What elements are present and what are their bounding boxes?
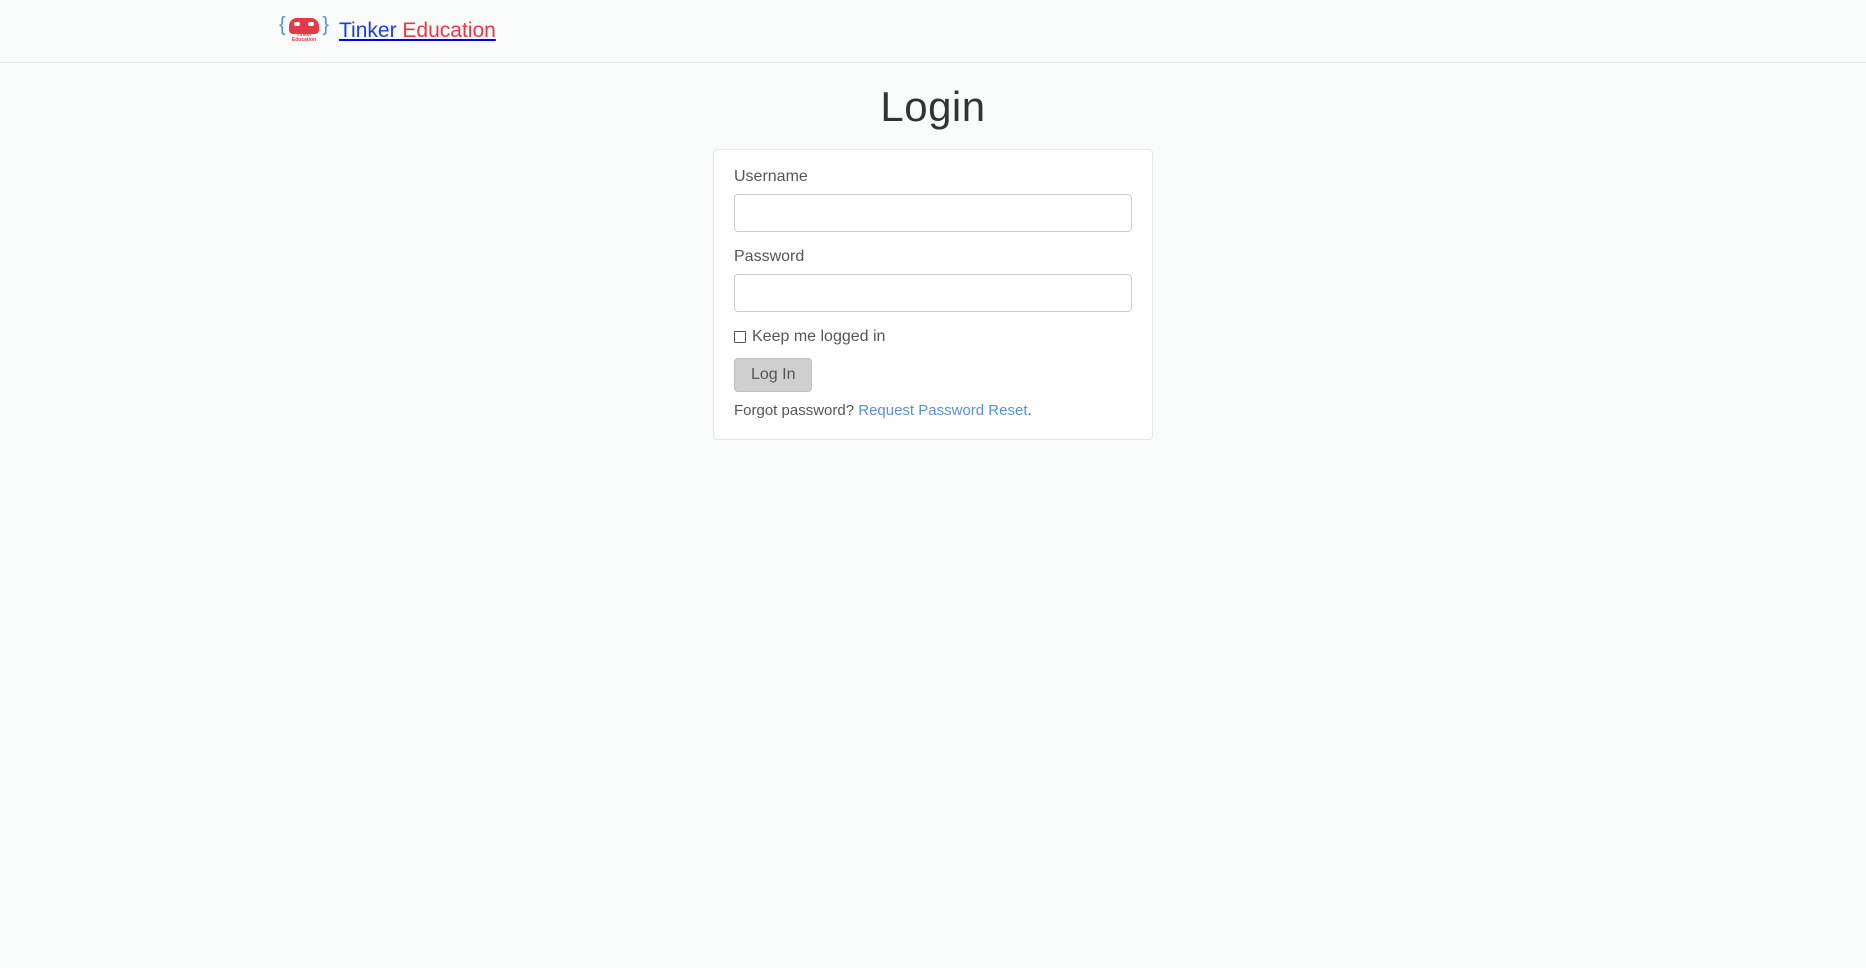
header: { } Tinker Education Tinker Education xyxy=(0,0,1866,63)
password-group: Password xyxy=(734,248,1132,312)
robot-eye-right xyxy=(308,22,314,26)
login-button[interactable]: Log In xyxy=(734,358,812,392)
keep-logged-in-label: Keep me logged in xyxy=(752,328,885,346)
page-title: Login xyxy=(283,83,1583,131)
password-input[interactable] xyxy=(734,274,1132,312)
keep-logged-in-row[interactable]: Keep me logged in xyxy=(734,328,1132,346)
login-card: Username Password Keep me logged in Log … xyxy=(713,149,1153,440)
username-group: Username xyxy=(734,168,1132,232)
brand-name-part1: Tinker xyxy=(339,19,402,42)
brace-right-icon: } xyxy=(322,14,329,37)
brace-left-icon: { xyxy=(279,14,286,37)
brand-link[interactable]: Tinker Education xyxy=(339,19,496,43)
request-password-reset-link[interactable]: Request Password Reset xyxy=(858,402,1027,419)
checkbox-icon xyxy=(734,331,746,343)
main: Login Username Password Keep me logged i… xyxy=(268,63,1598,450)
username-label: Username xyxy=(734,168,1132,186)
period: . xyxy=(1027,402,1031,419)
brand-logo[interactable]: { } Tinker Education xyxy=(283,18,325,44)
forgot-password-text: Forgot password? xyxy=(734,402,858,419)
password-label: Password xyxy=(734,248,1132,266)
robot-eye-left xyxy=(294,22,300,26)
logo-small-caption: Tinker Education xyxy=(287,33,321,43)
username-input[interactable] xyxy=(734,194,1132,232)
brand-name-part2: Education xyxy=(402,19,495,42)
forgot-password-row: Forgot password? Request Password Reset. xyxy=(734,402,1132,419)
header-inner: { } Tinker Education Tinker Education xyxy=(268,18,1598,44)
